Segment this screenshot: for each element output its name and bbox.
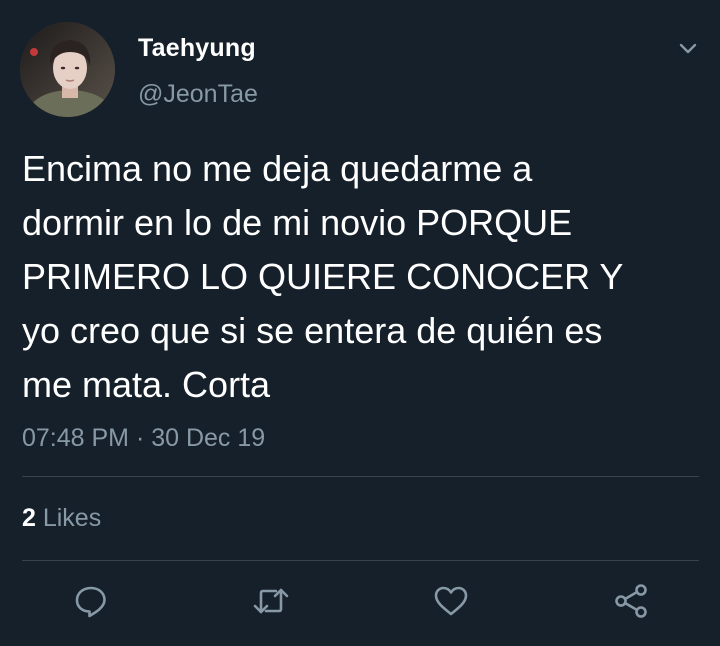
tweet-card: Taehyung @JeonTae Encima no me deja qued… [0, 0, 720, 646]
likes-count: 2 [22, 504, 36, 532]
divider [22, 560, 699, 561]
avatar[interactable] [20, 22, 115, 117]
likes-label: Likes [35, 504, 102, 532]
retweet-button[interactable] [252, 582, 290, 620]
divider [22, 476, 699, 477]
likes-summary[interactable]: 2 Likes [22, 504, 101, 533]
user-handle[interactable]: @JeonTae [138, 80, 258, 109]
tweet-text: Encima no me deja quedarme a dormir en l… [22, 148, 624, 405]
display-name[interactable]: Taehyung [138, 34, 256, 63]
chevron-down-icon[interactable] [676, 36, 700, 60]
reply-button[interactable] [72, 582, 110, 620]
share-icon [615, 584, 647, 618]
reply-icon [75, 586, 106, 618]
retweet-icon [253, 588, 289, 614]
share-button[interactable] [612, 582, 650, 620]
heart-icon [434, 586, 468, 616]
like-button[interactable] [432, 582, 470, 620]
tweet-timestamp[interactable]: 07:48 PM · 30 Dec 19 [22, 424, 265, 453]
